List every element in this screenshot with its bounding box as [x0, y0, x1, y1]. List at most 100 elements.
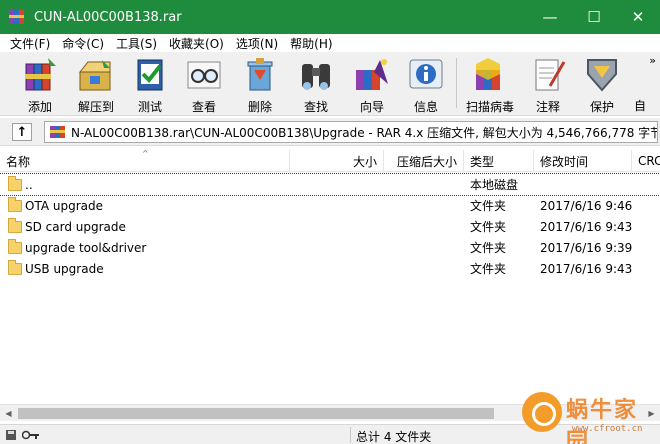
info-button[interactable]: 信息 [404, 56, 448, 114]
find-button[interactable]: 查找 [294, 56, 338, 114]
add-button[interactable]: 添加 [18, 56, 62, 114]
menu-favorites[interactable]: 收藏夹(O) [163, 35, 230, 52]
menu-help[interactable]: 帮助(H) [284, 35, 338, 52]
comment-button[interactable]: 注释 [526, 56, 570, 114]
folder-icon [8, 217, 22, 233]
menu-options[interactable]: 选项(N) [230, 35, 284, 52]
watermark-text: 蜗牛家园 [566, 397, 639, 444]
file-name: USB upgrade [25, 261, 104, 276]
column-type[interactable]: 类型 [464, 150, 534, 172]
extract-icon [76, 56, 116, 94]
file-type: 文件夹 [470, 220, 507, 234]
list-item[interactable]: upgrade tool&driver 文件夹 2017/6/16 9:39 [0, 237, 660, 258]
test-label: 测试 [137, 100, 162, 114]
column-name-label: 名称 [6, 154, 31, 169]
wizard-label: 向导 [359, 100, 384, 114]
column-packed-size[interactable]: 压缩后大小 [384, 150, 464, 172]
folder-icon [8, 238, 22, 254]
column-size-label: 大小 [352, 154, 377, 169]
view-button[interactable]: 查看 [182, 56, 226, 114]
extract-to-button[interactable]: 解压到 [74, 56, 118, 114]
file-modified: 2017/6/16 9:43 [540, 261, 633, 276]
protect-button[interactable]: 保护 [580, 56, 624, 114]
delete-label: 删除 [247, 100, 272, 114]
toolbar: 添加 解压到 测试 查看 删除 查找 向导 信息 扫描病毒 注释 保护 自 » [0, 52, 660, 116]
toolbar-separator [456, 58, 457, 108]
file-name: SD card upgrade [25, 219, 126, 234]
column-crc[interactable]: CRC [632, 150, 660, 172]
add-books-icon [20, 56, 60, 94]
folder-up-icon [8, 175, 22, 191]
watermark-url: www.cfroot.cn [572, 424, 643, 434]
rar-archive-icon [49, 125, 67, 139]
delete-recycle-icon [240, 56, 280, 94]
key-icon[interactable] [22, 430, 40, 440]
file-modified: 2017/6/16 9:46 [540, 198, 633, 213]
file-type: 文件夹 [470, 199, 507, 213]
column-packed-size-label: 压缩后大小 [396, 154, 457, 169]
virus-scan-icon [470, 56, 510, 94]
sfx-label: 自 [633, 99, 646, 113]
sfx-icon [632, 56, 648, 93]
window-title: CUN-AL00C00B138.rar [34, 9, 182, 25]
list-item[interactable]: OTA upgrade 文件夹 2017/6/16 9:46 [0, 195, 660, 216]
snail-logo-icon [522, 392, 562, 432]
sort-ascending-icon: ^ [142, 149, 149, 158]
sfx-button[interactable]: 自 [632, 56, 648, 114]
menu-file[interactable]: 文件(F) [4, 35, 56, 52]
menu-bar: 文件(F) 命令(C) 工具(S) 收藏夹(O) 选项(N) 帮助(H) [0, 34, 660, 52]
test-button[interactable]: 测试 [130, 56, 170, 114]
comment-label: 注释 [535, 100, 560, 114]
disk-icon [6, 430, 16, 440]
folder-icon [8, 259, 22, 275]
virus-scan-label: 扫描病毒 [465, 100, 514, 114]
info-label: 信息 [413, 100, 438, 114]
virus-scan-button[interactable]: 扫描病毒 [464, 56, 516, 114]
add-label: 添加 [27, 100, 52, 114]
find-binoculars-icon [296, 56, 336, 94]
extract-to-label: 解压到 [77, 100, 114, 114]
path-text: N-AL00C00B138.rar\CUN-AL00C00B138\Upgrad… [71, 125, 658, 140]
menu-tools[interactable]: 工具(S) [110, 35, 163, 52]
delete-button[interactable]: 删除 [238, 56, 282, 114]
file-modified: 2017/6/16 9:43 [540, 219, 633, 234]
scrollbar-thumb[interactable] [18, 408, 494, 419]
watermark-logo: 蜗牛家园 www.cfroot.cn [516, 386, 660, 444]
winrar-archive-icon [8, 9, 26, 25]
list-item[interactable]: SD card upgrade 文件夹 2017/6/16 9:43 [0, 216, 660, 237]
file-modified: 2017/6/16 9:39 [540, 240, 633, 255]
column-modified[interactable]: 修改时间 [534, 150, 632, 172]
title-bar: CUN-AL00C00B138.rar — ☐ ✕ [0, 0, 660, 34]
path-field[interactable]: N-AL00C00B138.rar\CUN-AL00C00B138\Upgrad… [44, 121, 658, 143]
list-item-parent[interactable]: .. 本地磁盘 [0, 173, 660, 196]
status-text: 总计 4 文件夹 [356, 430, 432, 444]
file-type: 文件夹 [470, 262, 507, 276]
address-bar: ↑ N-AL00C00B138.rar\CUN-AL00C00B138\Upgr… [0, 118, 660, 146]
file-name: upgrade tool&driver [25, 240, 147, 255]
view-glasses-icon [184, 56, 224, 94]
toolbar-more-chevron[interactable]: » [649, 54, 656, 67]
close-button[interactable]: ✕ [616, 0, 660, 34]
status-divider [350, 427, 351, 443]
column-modified-label: 修改时间 [540, 154, 589, 169]
column-size[interactable]: 大小 [290, 150, 384, 172]
minimize-button[interactable]: — [528, 0, 572, 34]
find-label: 查找 [303, 100, 328, 114]
comment-icon [528, 56, 568, 94]
column-crc-label: CRC [638, 154, 660, 168]
folder-icon [8, 196, 22, 212]
maximize-button[interactable]: ☐ [572, 0, 616, 34]
file-type: 本地磁盘 [470, 178, 519, 192]
scroll-left-icon[interactable]: ◀ [0, 405, 17, 422]
file-name: OTA upgrade [25, 198, 103, 213]
info-icon [406, 56, 446, 94]
up-folder-button[interactable]: ↑ [12, 123, 32, 141]
file-list-header: 名称 ^ 大小 压缩后大小 类型 修改时间 CRC [0, 149, 660, 172]
file-list: .. 本地磁盘 OTA upgrade 文件夹 2017/6/16 9:46 S… [0, 173, 660, 279]
column-type-label: 类型 [470, 154, 495, 169]
menu-commands[interactable]: 命令(C) [56, 35, 110, 52]
protect-shield-icon [582, 56, 622, 94]
wizard-button[interactable]: 向导 [350, 56, 394, 114]
list-item[interactable]: USB upgrade 文件夹 2017/6/16 9:43 [0, 258, 660, 279]
wizard-icon [352, 56, 392, 94]
